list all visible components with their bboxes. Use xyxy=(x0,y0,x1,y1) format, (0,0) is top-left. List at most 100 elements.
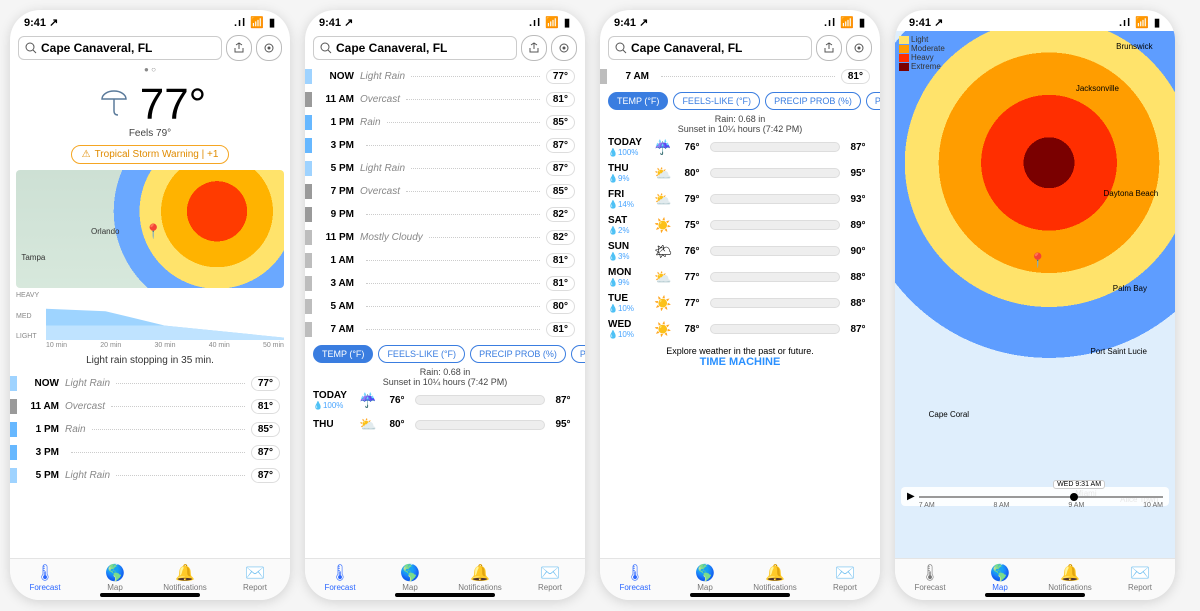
metric-pill[interactable]: TEMP (°F) xyxy=(313,345,373,363)
map-icon: 🌎 xyxy=(105,563,125,583)
hourly-row[interactable]: 1 AM 81° xyxy=(305,249,585,272)
tab-report[interactable]: ✉️Report xyxy=(220,559,290,600)
hourly-list[interactable]: NOW Light Rain 77° 11 AM Overcast 81° 1 … xyxy=(10,372,290,487)
report-icon: ✉️ xyxy=(245,563,265,583)
map-legend: LightModerateHeavyExtreme xyxy=(899,35,945,71)
report-icon: ✉️ xyxy=(540,563,560,583)
hourly-row[interactable]: 3 PM 87° xyxy=(305,134,585,157)
hourly-row[interactable]: 3 PM 87° xyxy=(10,441,290,464)
hourly-row[interactable]: NOW Light Rain 77° xyxy=(10,372,290,395)
rain-total: Rain: 0.68 in xyxy=(600,114,880,124)
hourly-row[interactable]: 11 PM Mostly Cloudy 82° xyxy=(305,226,585,249)
forecast-icon: 🌡 xyxy=(920,563,940,583)
screen-map: 9:41 ↗.ıl 📶 ▮ PRECIP TEMP (°F) LightMode… xyxy=(895,10,1175,600)
tab-report[interactable]: ✉️Report xyxy=(515,559,585,600)
tab-forecast[interactable]: 🌡Forecast xyxy=(895,559,965,600)
settings-button[interactable] xyxy=(256,35,282,61)
metric-pill[interactable]: FEELS-LIKE (°F) xyxy=(673,92,760,110)
radar-map[interactable]: LightModerateHeavyExtreme Brunswick Jack… xyxy=(895,31,1175,558)
search-location[interactable]: Cape Canaveral, FL xyxy=(18,36,222,60)
settings-button[interactable] xyxy=(846,35,872,61)
hourly-row[interactable]: 9 PM 82° xyxy=(305,203,585,226)
hourly-row[interactable]: 5 PM Light Rain 87° xyxy=(305,157,585,180)
metric-pill[interactable]: PRECIP PROB (%) xyxy=(470,345,566,363)
daily-list[interactable]: TODAY💧100% ☔ 76°87° THU💧9% ⛅ 80°95° FRI💧… xyxy=(600,134,880,342)
play-icon[interactable]: ▶ xyxy=(907,491,915,502)
warning-icon: ⚠ xyxy=(82,149,91,160)
weather-alert[interactable]: ⚠ Tropical Storm Warning | +1 xyxy=(71,145,230,164)
hourly-row: 7 AM81° xyxy=(600,65,880,88)
daily-row[interactable]: WED💧10% ☀️ 78°87° xyxy=(608,316,872,342)
forecast-icon: 🌡 xyxy=(330,563,350,583)
tab-forecast[interactable]: 🌡Forecast xyxy=(600,559,670,600)
hourly-row[interactable]: NOW Light Rain 77° xyxy=(305,65,585,88)
screen-forecast-overview: 9:41 ↗ .ıl 📶 ▮ Cape Canaveral, FL ● ○ 77… xyxy=(10,10,290,600)
weather-icon: ☔ xyxy=(357,392,379,409)
hourly-row[interactable]: 5 PM Light Rain 87° xyxy=(10,464,290,487)
search-location[interactable]: Cape Canaveral, FL xyxy=(608,36,812,60)
daily-row[interactable]: THU ⛅ 80°95° xyxy=(313,413,577,436)
daily-row[interactable]: SUN💧3% 🌤 76°90° xyxy=(608,238,872,264)
share-button[interactable] xyxy=(521,35,547,61)
forecast-icon: 🌡 xyxy=(625,563,645,583)
tab-forecast[interactable]: 🌡Forecast xyxy=(10,559,80,600)
daily-row[interactable]: MON💧9% ⛅ 77°88° xyxy=(608,264,872,290)
map-icon: 🌎 xyxy=(695,563,715,583)
map-icon: 🌎 xyxy=(990,563,1010,583)
metric-pills: TEMP (°F) FEELS-LIKE (°F) PRECIP PROB (%) P… xyxy=(305,341,585,367)
weather-icon: ☀️ xyxy=(652,217,674,234)
hourly-row[interactable]: 1 PM Rain 85° xyxy=(305,111,585,134)
hourly-row[interactable]: 7 AM 81° xyxy=(305,318,585,341)
hourly-row[interactable]: 11 AM Overcast 81° xyxy=(305,88,585,111)
tab-report[interactable]: ✉️Report xyxy=(1105,559,1175,600)
weather-icon: ☀️ xyxy=(652,321,674,338)
hourly-row[interactable]: 11 AM Overcast 81° xyxy=(10,395,290,418)
daily-list[interactable]: TODAY💧100% ☔ 76°87° THU ⛅ 80°95° xyxy=(305,387,585,436)
tab-report[interactable]: ✉️Report xyxy=(810,559,880,600)
status-bar: 9:41 ↗ .ıl 📶 ▮ xyxy=(10,10,290,31)
weather-icon: ⛅ xyxy=(652,165,674,182)
daily-row[interactable]: TUE💧10% ☀️ 77°88° xyxy=(608,290,872,316)
weather-icon: ⛅ xyxy=(652,191,674,208)
share-button[interactable] xyxy=(816,35,842,61)
search-location[interactable]: Cape Canaveral, FL xyxy=(313,36,517,60)
metric-pill[interactable]: TEMP (°F) xyxy=(608,92,668,110)
status-icons: .ıl 📶 ▮ xyxy=(234,16,276,29)
metric-pill[interactable]: FEELS-LIKE (°F) xyxy=(378,345,465,363)
weather-icon: 🌤 xyxy=(652,243,674,260)
location-pin-icon: 📍 xyxy=(1029,252,1046,269)
map-timeline[interactable]: ▶ WED 9:31 AM 7 AM8 AM9 AM10 AM xyxy=(901,487,1169,506)
daily-row[interactable]: TODAY💧100% ☔ 76°87° xyxy=(608,134,872,160)
radar-map-preview[interactable]: Orlando Tampa 📍 xyxy=(16,170,284,288)
weather-icon: ⛅ xyxy=(357,416,379,433)
hourly-row[interactable]: 1 PM Rain 85° xyxy=(10,418,290,441)
hourly-list[interactable]: NOW Light Rain 77° 11 AM Overcast 81° 1 … xyxy=(305,65,585,341)
tab-forecast[interactable]: 🌡Forecast xyxy=(305,559,375,600)
metric-pill[interactable]: PREC xyxy=(866,92,880,110)
forecast-icon: 🌡 xyxy=(35,563,55,583)
hourly-row[interactable]: 7 PM Overcast 85° xyxy=(305,180,585,203)
sunset-info: Sunset in 10¼ hours (7:42 PM) xyxy=(305,377,585,387)
hourly-row[interactable]: 3 AM 81° xyxy=(305,272,585,295)
hourly-row[interactable]: 5 AM 80° xyxy=(305,295,585,318)
daily-row[interactable]: SAT💧2% ☀️ 75°89° xyxy=(608,212,872,238)
notifications-icon: 🔔 xyxy=(175,563,195,583)
feels-like: Feels 79° xyxy=(10,128,290,139)
page-dots: ● ○ xyxy=(10,65,290,74)
settings-button[interactable] xyxy=(551,35,577,61)
metric-pill[interactable]: PRECIP PROB (%) xyxy=(765,92,861,110)
metric-pill[interactable]: PREC xyxy=(571,345,585,363)
weather-icon: ☀️ xyxy=(652,295,674,312)
precip-message: Light rain stopping in 35 min. xyxy=(10,355,290,366)
weather-icon: ⛅ xyxy=(652,269,674,286)
weather-icon: ☔ xyxy=(652,139,674,156)
time-machine[interactable]: Explore weather in the past or future. T… xyxy=(600,342,880,372)
daily-row[interactable]: TODAY💧100% ☔ 76°87° xyxy=(313,387,577,413)
notifications-icon: 🔔 xyxy=(765,563,785,583)
precip-chart: HEAVY MED LIGHT 10 min20 min30 min40 min… xyxy=(16,292,284,349)
daily-row[interactable]: FRI💧14% ⛅ 79°93° xyxy=(608,186,872,212)
share-button[interactable] xyxy=(226,35,252,61)
daily-row[interactable]: THU💧9% ⛅ 80°95° xyxy=(608,160,872,186)
home-indicator xyxy=(100,593,200,597)
report-icon: ✉️ xyxy=(835,563,855,583)
